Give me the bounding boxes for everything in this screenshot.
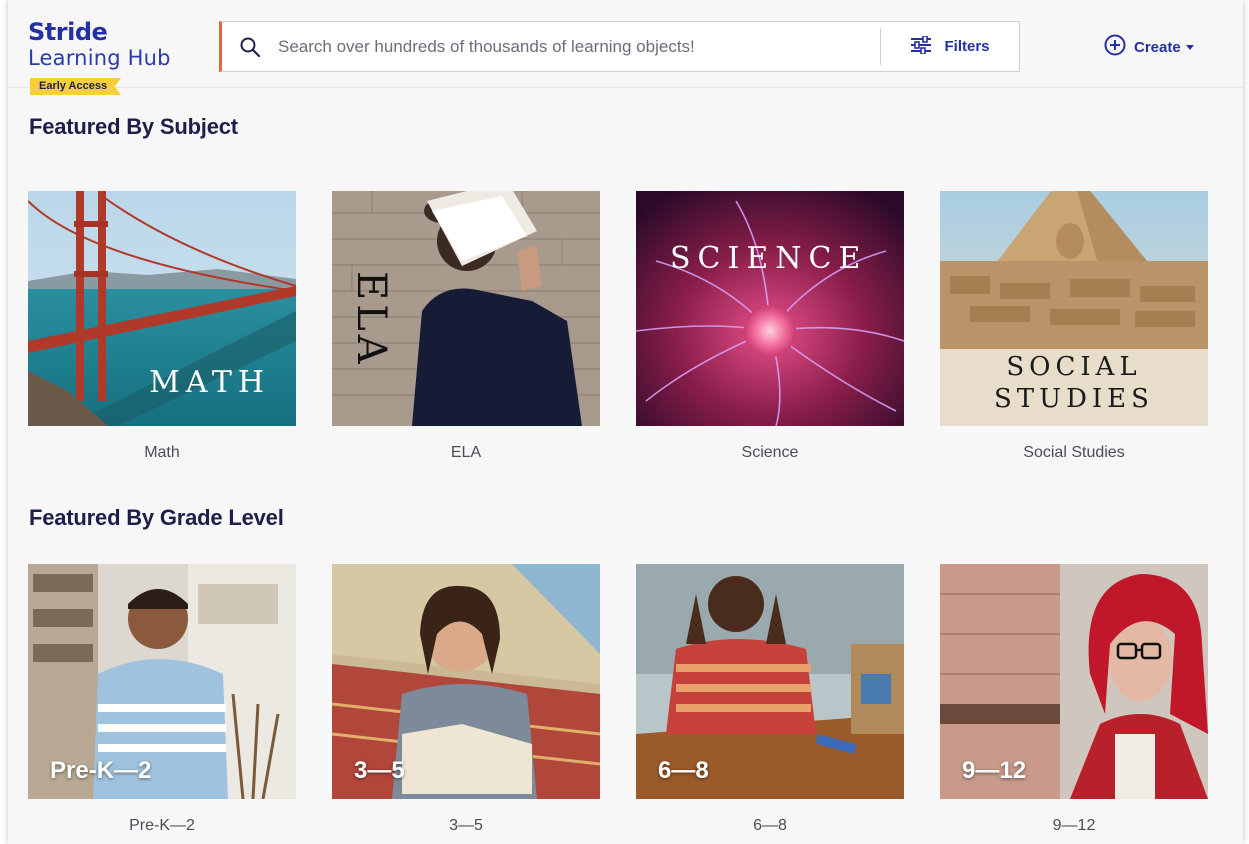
social-studies-overlay-line2: STUDIES [994, 384, 1154, 414]
sliders-icon [910, 34, 932, 58]
search-input[interactable] [278, 22, 880, 71]
grade-card-3-5[interactable]: 3—5 [332, 564, 600, 799]
grade-label-prek-2[interactable]: Pre-K—2 [28, 817, 296, 835]
app-frame: Stride Learning Hub Search over hundreds… [8, 0, 1243, 844]
logo-brand: Stride [28, 18, 108, 46]
section-title-grade: Featured By Grade Level [29, 505, 284, 530]
math-thumbnail: MATH [28, 191, 296, 426]
grade-card-prek-2[interactable]: Pre-K—2 [28, 564, 296, 799]
grade-label-3-5[interactable]: 3—5 [332, 817, 600, 835]
grade-6-8-thumbnail: 6—8 [636, 564, 904, 799]
subject-label-science[interactable]: Science [636, 444, 904, 462]
filters-label: Filters [944, 38, 990, 55]
search-bar: Filters [219, 21, 1020, 72]
grade-card-9-12[interactable]: 9—12 [940, 564, 1208, 799]
grade-6-8-overlay: 6—8 [658, 757, 709, 784]
search-icon[interactable] [222, 22, 278, 71]
create-label: Create [1134, 38, 1181, 56]
logo-subtitle: Learning Hub [28, 46, 171, 70]
grade-9-12-overlay: 9—12 [962, 757, 1027, 784]
subject-card-social-studies[interactable]: SOCIAL STUDIES [940, 191, 1208, 426]
subject-label-social-studies[interactable]: Social Studies [940, 444, 1208, 462]
grade-prek-2-overlay: Pre-K—2 [50, 757, 152, 784]
science-overlay-text: SCIENCE [670, 241, 868, 276]
ela-thumbnail: ELA [332, 191, 600, 426]
social-studies-thumbnail: SOCIAL STUDIES [940, 191, 1208, 426]
logo[interactable]: Stride Learning Hub [28, 20, 171, 71]
subject-card-ela[interactable]: ELA [332, 191, 600, 426]
section-title-subject: Featured By Subject [29, 114, 238, 139]
subject-card-science[interactable]: SCIENCE [636, 191, 904, 426]
subject-label-ela[interactable]: ELA [332, 444, 600, 462]
subject-label-math[interactable]: Math [28, 444, 296, 462]
header: Stride Learning Hub Search over hundreds… [8, 0, 1243, 88]
filters-button[interactable]: Filters [881, 22, 1019, 71]
grade-label-9-12[interactable]: 9—12 [940, 817, 1208, 835]
grade-9-12-thumbnail: 9—12 [940, 564, 1208, 799]
create-button[interactable]: Create [1104, 34, 1194, 60]
science-thumbnail: SCIENCE [636, 191, 904, 426]
social-studies-overlay-text: SOCIAL STUDIES [940, 351, 1208, 415]
grade-prek-2-thumbnail: Pre-K—2 [28, 564, 296, 799]
ela-overlay-text: ELA [348, 271, 394, 368]
math-overlay-text: MATH [149, 365, 270, 400]
subject-card-math[interactable]: MATH [28, 191, 296, 426]
early-access-badge: Early Access [30, 78, 122, 95]
caret-down-icon [1185, 44, 1194, 50]
grade-3-5-overlay: 3—5 [354, 757, 405, 784]
grade-card-6-8[interactable]: 6—8 [636, 564, 904, 799]
social-studies-overlay-line1: SOCIAL [1006, 352, 1142, 382]
grade-label-6-8[interactable]: 6—8 [636, 817, 904, 835]
plus-circle-icon [1104, 34, 1126, 60]
grade-3-5-thumbnail: 3—5 [332, 564, 600, 799]
